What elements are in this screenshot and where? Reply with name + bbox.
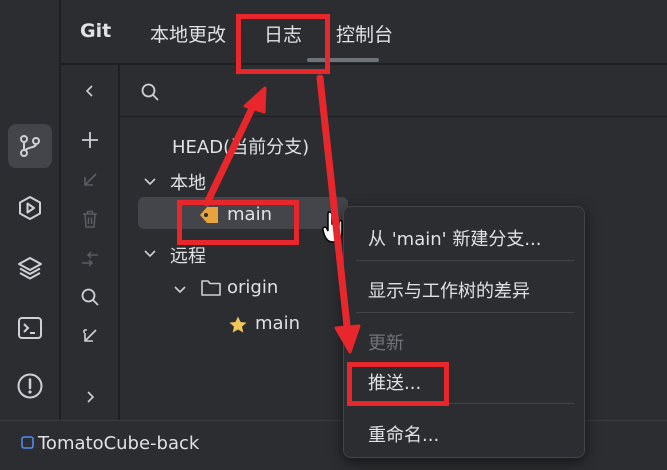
layers-icon <box>18 257 42 280</box>
chevron-down-icon[interactable] <box>172 281 188 297</box>
search-icon <box>81 288 99 306</box>
layers-tool-button[interactable] <box>8 246 52 290</box>
find-branch-button[interactable] <box>76 283 104 311</box>
menu-item-rename[interactable]: 重命名... <box>368 421 439 447</box>
chevron-right-icon <box>87 391 95 403</box>
remote-branches-group[interactable]: 远程 <box>170 242 206 268</box>
plus-icon <box>82 132 98 148</box>
menu-separator <box>356 260 574 261</box>
menu-item-push[interactable]: 推送... <box>368 369 421 395</box>
checkout-button[interactable] <box>76 166 104 194</box>
project-icon <box>21 436 34 449</box>
trash-icon <box>83 210 97 228</box>
menu-separator <box>356 403 574 404</box>
local-branches-group[interactable]: 本地 <box>170 169 206 195</box>
expand-panel-button[interactable] <box>76 383 104 411</box>
chevron-down-icon[interactable] <box>142 245 158 261</box>
activity-bar <box>0 0 60 420</box>
branch-context-menu: 从 'main' 新建分支... 显示与工作树的差异 更新 推送... 重命名.… <box>343 206 585 458</box>
terminal-tool-button[interactable] <box>8 306 52 350</box>
tool-window-header: Git 本地更改 日志 控制台 <box>61 0 667 64</box>
remote-origin[interactable]: origin <box>227 277 278 298</box>
run-tool-button[interactable] <box>8 186 52 230</box>
tab-log[interactable]: 日志 <box>264 20 302 47</box>
collapse-panel-button[interactable] <box>76 77 104 105</box>
branch-tag-icon <box>200 207 218 223</box>
mouse-cursor-icon <box>322 211 343 243</box>
terminal-icon <box>18 317 42 339</box>
active-tab-indicator <box>307 58 379 62</box>
project-name[interactable]: TomatoCube-back <box>38 433 199 454</box>
menu-item-update[interactable]: 更新 <box>368 329 404 355</box>
git-tool-button[interactable] <box>8 124 52 168</box>
merge-arrow-icon <box>82 251 98 267</box>
menu-item-new-branch-from[interactable]: 从 'main' 新建分支... <box>368 225 541 251</box>
new-branch-button[interactable] <box>76 126 104 154</box>
branches-toolbar <box>61 65 119 420</box>
remote-branch-main[interactable]: main <box>255 313 300 334</box>
menu-item-compare-worktree[interactable]: 显示与工作树的差异 <box>368 277 530 303</box>
problems-tool-button[interactable] <box>8 364 52 408</box>
compare-icon <box>83 329 97 342</box>
problems-icon <box>17 373 43 399</box>
tab-console[interactable]: 控制台 <box>336 20 393 47</box>
delete-branch-button[interactable] <box>76 205 104 233</box>
star-icon <box>229 316 247 333</box>
branch-search-bar[interactable] <box>120 65 667 117</box>
run-icon <box>19 196 41 220</box>
chevron-down-icon[interactable] <box>142 173 158 189</box>
tab-local-changes[interactable]: 本地更改 <box>150 20 226 47</box>
head-node[interactable]: HEAD(当前分支) <box>172 133 309 159</box>
git-branch-icon <box>20 135 40 157</box>
search-icon <box>141 83 159 101</box>
tool-window-title: Git <box>80 20 112 42</box>
compare-button[interactable] <box>76 322 104 350</box>
menu-separator <box>356 312 574 313</box>
local-branch-main[interactable]: main <box>227 204 272 225</box>
update-branch-button[interactable] <box>76 245 104 273</box>
chevron-left-icon <box>85 85 93 97</box>
arrow-down-left-icon <box>84 173 97 186</box>
folder-icon <box>201 280 221 296</box>
